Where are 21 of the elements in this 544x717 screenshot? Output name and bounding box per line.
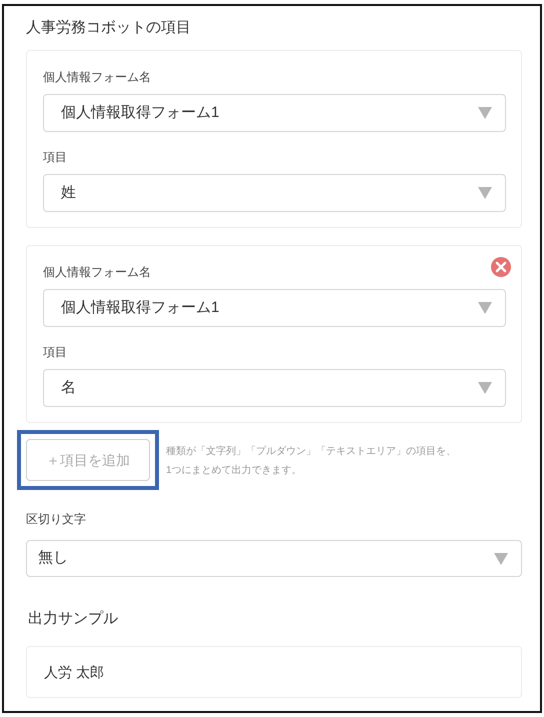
field-label: 区切り文字 [26,511,86,528]
sample-title: 出力サンプル [27,609,119,629]
sample-output: 人労 太郎 [26,646,522,698]
field-label: 項目 [43,149,67,166]
remove-icon[interactable] [491,257,511,277]
dropdown-caret-icon [478,107,492,119]
field-label: 項目 [43,344,67,361]
field-label: 個人情報フォーム名 [43,69,151,86]
section-title: 人事労務コボットの項目 [26,18,192,38]
dropdown-caret-icon [478,187,492,199]
select-dropdown[interactable]: 姓 [43,174,506,212]
dropdown-caret-icon [494,552,508,564]
field-label: 個人情報フォーム名 [43,264,151,281]
dropdown-caret-icon [478,382,492,394]
select-dropdown[interactable]: 個人情報取得フォーム1 [43,289,506,327]
dropdown-caret-icon [478,302,492,314]
select-dropdown[interactable]: 無し [26,540,522,577]
select-dropdown[interactable]: 名 [43,369,506,407]
hint-text: 種類が「文字列」「プルダウン」「テキストエリア」の項目を、 [166,444,456,459]
select-dropdown[interactable]: 個人情報取得フォーム1 [43,94,506,132]
hint-text: 1つにまとめて出力できます。 [166,464,303,478]
